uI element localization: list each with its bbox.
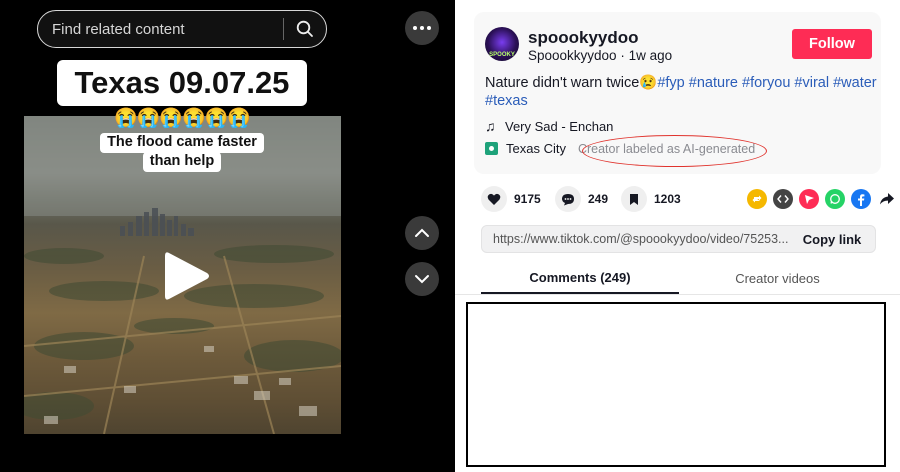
embed-icon[interactable] bbox=[773, 189, 793, 209]
video-title-overlay: Texas 09.07.25 bbox=[57, 60, 307, 106]
like-count: 9175 bbox=[514, 192, 541, 206]
hashtag-fyp[interactable]: #fyp bbox=[657, 75, 684, 91]
comment-action[interactable]: 249 bbox=[555, 186, 608, 212]
action-bar: 9175 249 1203 bbox=[481, 186, 894, 212]
send-icon[interactable] bbox=[799, 189, 819, 209]
hashtag-texas[interactable]: #texas bbox=[485, 93, 528, 109]
tab-creator-videos[interactable]: Creator videos bbox=[679, 262, 876, 294]
video-caption-line2: than help bbox=[143, 152, 221, 172]
video-caption-line1: The flood came faster bbox=[100, 133, 264, 153]
hashtag-nature[interactable]: #nature bbox=[689, 75, 738, 91]
search-bar[interactable] bbox=[37, 10, 327, 48]
post-info-card: SPOOKY spoookyydoo Spoookkyydoo · 1w ago… bbox=[474, 12, 881, 174]
save-action[interactable]: 1203 bbox=[621, 186, 681, 212]
ellipsis-icon[interactable] bbox=[405, 11, 439, 45]
video-player-area: Texas 09.07.25 😭😭😭😭😭😭 The flood came fas… bbox=[0, 0, 455, 472]
music-title[interactable]: Very Sad - Enchan bbox=[505, 119, 613, 134]
hashtag-water[interactable]: #water bbox=[833, 75, 877, 91]
crying-emojis: 😭😭😭😭😭😭 bbox=[114, 108, 251, 129]
meta-separator: · bbox=[616, 48, 629, 63]
details-panel: SPOOKY spoookyydoo Spoookkyydoo · 1w ago… bbox=[455, 0, 900, 472]
avatar-badge: SPOOKY bbox=[489, 52, 515, 58]
follow-button[interactable]: Follow bbox=[792, 29, 872, 59]
author-handle[interactable]: Spoookkyydoo bbox=[528, 48, 617, 63]
share-arrow-icon[interactable] bbox=[877, 189, 897, 209]
app-root: Texas 09.07.25 😭😭😭😭😭😭 The flood came fas… bbox=[0, 0, 900, 472]
author-subline: Spoookkyydoo · 1w ago bbox=[528, 48, 672, 63]
play-icon[interactable] bbox=[163, 249, 211, 303]
chevron-up-icon[interactable] bbox=[405, 216, 439, 250]
author-username[interactable]: spoookyydoo bbox=[528, 28, 639, 48]
comments-area[interactable] bbox=[466, 302, 886, 467]
tab-comments[interactable]: Comments (249) bbox=[481, 262, 679, 294]
comment-count: 249 bbox=[588, 192, 609, 206]
heart-icon[interactable] bbox=[481, 186, 507, 212]
copy-link-button[interactable]: Copy link bbox=[789, 232, 875, 247]
repost-icon[interactable] bbox=[747, 189, 767, 209]
comment-icon[interactable] bbox=[555, 186, 581, 212]
post-text: Nature didn't warn twice😢 bbox=[485, 75, 658, 91]
whatsapp-icon[interactable] bbox=[825, 189, 845, 209]
post-time: 1w ago bbox=[628, 48, 673, 63]
like-action[interactable]: 9175 bbox=[481, 186, 541, 212]
search-input[interactable] bbox=[38, 11, 283, 47]
hashtag-foryou[interactable]: #foryou bbox=[742, 75, 790, 91]
search-icon[interactable] bbox=[284, 11, 326, 47]
ai-label-annotation-circle bbox=[582, 135, 767, 167]
share-link-box: https://www.tiktok.com/@spoookyydoo/vide… bbox=[481, 225, 876, 253]
location-name[interactable]: Texas City bbox=[506, 141, 566, 156]
hashtag-viral[interactable]: #viral bbox=[794, 75, 829, 91]
avatar[interactable]: SPOOKY bbox=[485, 27, 519, 61]
bookmark-icon[interactable] bbox=[621, 186, 647, 212]
share-url[interactable]: https://www.tiktok.com/@spoookyydoo/vide… bbox=[482, 232, 789, 246]
save-count: 1203 bbox=[654, 192, 681, 206]
facebook-icon[interactable] bbox=[851, 189, 871, 209]
chevron-down-icon[interactable] bbox=[405, 262, 439, 296]
panel-tabs: Comments (249) Creator videos bbox=[481, 262, 876, 296]
tabs-divider bbox=[455, 294, 900, 295]
post-description: Nature didn't warn twice😢#fyp #nature #f… bbox=[485, 74, 877, 110]
location-pin-icon bbox=[485, 142, 498, 155]
music-note-icon: ♫ bbox=[485, 118, 496, 134]
music-row[interactable]: ♫ Very Sad - Enchan bbox=[485, 118, 613, 134]
